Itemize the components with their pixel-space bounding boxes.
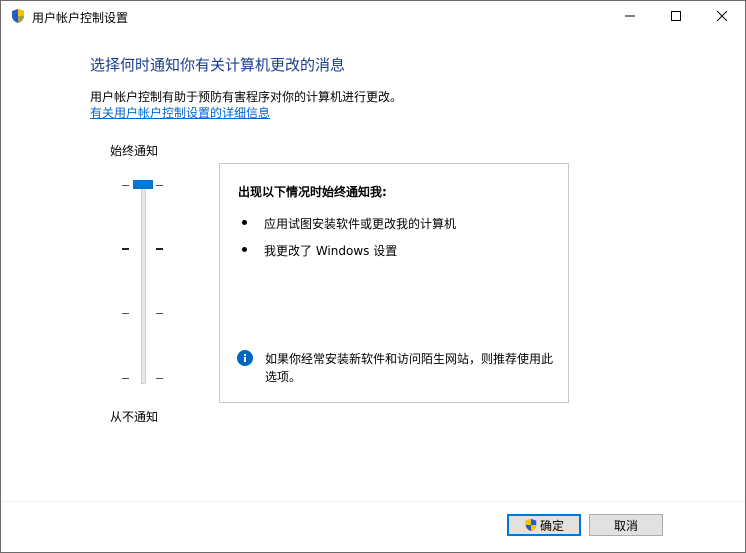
panel-title: 出现以下情况时始终通知我: [238, 185, 387, 199]
minimize-icon [625, 15, 635, 17]
info-icon [237, 350, 253, 366]
uac-shield-icon [12, 9, 24, 23]
footer-divider [1, 501, 745, 502]
notification-description-panel: 出现以下情况时始终通知我: 应用试图安装软件或更改我的计算机 我更改了 Wind… [219, 163, 569, 403]
slider-tick [122, 378, 129, 379]
cancel-button[interactable]: 取消 [589, 514, 663, 536]
bullet-dot [242, 247, 247, 252]
close-icon [717, 11, 727, 21]
ok-button[interactable]: 确定 [507, 514, 581, 536]
maximize-icon [671, 11, 681, 21]
title-bar[interactable]: 用户帐户控制设置 [1, 1, 745, 31]
slider-tick [122, 313, 129, 314]
slider-tick [156, 248, 163, 250]
bullet-dot [242, 220, 247, 225]
bullet-item: 我更改了 Windows 设置 [264, 244, 398, 258]
page-description: 用户帐户控制有助于预防有害程序对你的计算机进行更改。 [90, 90, 403, 104]
uac-shield-icon [525, 518, 537, 532]
slider-tick [156, 378, 163, 379]
close-button[interactable] [699, 1, 745, 31]
cancel-button-label: 取消 [613, 518, 638, 533]
slider-tick [156, 185, 163, 186]
details-link[interactable]: 有关用户帐户控制设置的详细信息 [90, 104, 270, 121]
ok-button-label: 确定 [539, 518, 564, 533]
maximize-button[interactable] [653, 1, 699, 31]
slider-tick [156, 313, 163, 314]
recommendation-note: 如果你经常安装新软件和访问陌生网站，则推荐使用此选项。 [265, 352, 554, 384]
page-heading: 选择何时通知你有关计算机更改的消息 [90, 56, 346, 74]
slider-tick [122, 248, 129, 250]
uac-settings-window: 用户帐户控制设置 选择何时通知你有关计算机更改的消息 用户帐户控制有助于预防有害… [0, 0, 746, 553]
bullet-item: 应用试图安装软件或更改我的计算机 [264, 217, 457, 231]
window-title: 用户帐户控制设置 [32, 11, 129, 25]
notification-slider-thumb[interactable] [133, 180, 153, 189]
notification-slider-track[interactable] [141, 181, 146, 384]
minimize-button[interactable] [607, 1, 653, 31]
slider-top-label: 始终通知 [110, 144, 159, 158]
slider-tick [122, 185, 129, 186]
slider-bottom-label: 从不通知 [110, 410, 159, 424]
